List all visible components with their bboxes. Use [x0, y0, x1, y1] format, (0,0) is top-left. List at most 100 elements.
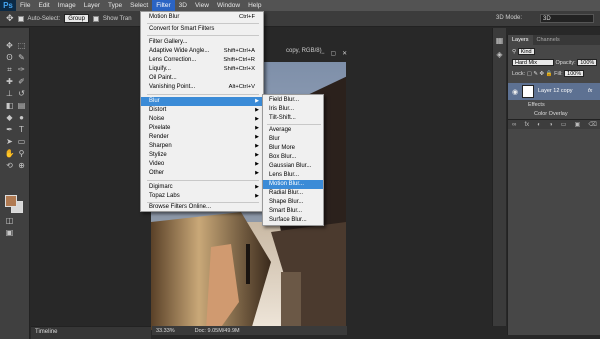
rotate-view-tool-icon[interactable]: ⊕ — [16, 161, 27, 171]
menu-3d[interactable]: 3D — [175, 0, 191, 11]
blur-item-lens-blur[interactable]: Lens Blur... — [263, 171, 323, 180]
path-select-tool-icon[interactable]: ➤ — [4, 137, 15, 147]
fx-icon[interactable]: fx — [524, 122, 529, 128]
type-tool-icon[interactable]: T — [16, 125, 27, 135]
blur-item-iris-blur[interactable]: Iris Blur... — [263, 105, 323, 114]
document-info[interactable]: Doc: 9.05M/49.9M — [195, 328, 240, 334]
marquee-tool-icon[interactable]: ⬚ — [16, 41, 27, 51]
lock-icons[interactable]: ▢ ✎ ✥ 🔒 — [527, 71, 553, 77]
blur-item-box-blur[interactable]: Box Blur... — [263, 153, 323, 162]
gradient-tool-icon[interactable]: ▤ — [16, 101, 27, 111]
blur-item-radial-blur[interactable]: Radial Blur... — [263, 189, 323, 198]
blend-mode-dropdown[interactable]: Hard Mix — [512, 59, 554, 66]
mask-icon[interactable]: ◐ — [537, 122, 541, 128]
timeline-tab[interactable]: Timeline — [35, 329, 57, 335]
menu-view[interactable]: View — [191, 0, 213, 11]
blur-tool-icon[interactable]: ◆ — [4, 113, 15, 123]
history-panel-icon[interactable]: ▦ — [494, 36, 505, 46]
layer-row[interactable]: ◉ Layer 12 copy fx — [508, 83, 600, 100]
properties-panel-icon[interactable]: ◈ — [494, 50, 505, 60]
menu-window[interactable]: Window — [213, 0, 244, 11]
opacity-field[interactable]: 100% — [577, 59, 598, 66]
filter-menu-item-noise[interactable]: Noise ▶ — [141, 115, 263, 124]
eraser-tool-icon[interactable]: ◧ — [4, 101, 15, 111]
menu-layer[interactable]: Layer — [80, 0, 104, 11]
fill-field[interactable]: 100% — [564, 70, 585, 77]
blur-item-smart-blur[interactable]: Smart Blur... — [263, 207, 323, 216]
filter-menu-item-pixelate[interactable]: Pixelate ▶ — [141, 124, 263, 133]
blur-item-blur-more[interactable]: Blur More — [263, 144, 323, 153]
screen-mode-icon[interactable]: ▣ — [4, 228, 15, 238]
stamp-tool-icon[interactable]: ⊥ — [4, 89, 15, 99]
adjustment-icon[interactable]: ◑ — [549, 122, 553, 128]
blur-item-gaussian-blur[interactable]: Gaussian Blur... — [263, 162, 323, 171]
color-overlay-effect[interactable]: Color Overlay — [534, 111, 568, 117]
filter-menu-item-stylize[interactable]: Stylize ▶ — [141, 151, 263, 160]
pen-tool-icon[interactable]: ✒ — [4, 125, 15, 135]
filter-menu-item-oil-paint[interactable]: Oil Paint... — [141, 74, 263, 83]
filter-menu-item-convert-smart[interactable]: Convert for Smart Filters — [141, 25, 263, 34]
trash-icon[interactable]: ⌫ — [588, 121, 596, 128]
blur-item-tilt-shift[interactable]: Tilt-Shift... — [263, 114, 323, 123]
menu-select[interactable]: Select — [126, 0, 152, 11]
blur-item-blur[interactable]: Blur — [263, 135, 323, 144]
kind-filter-dropdown[interactable]: Kind — [517, 48, 535, 55]
move-tool-icon[interactable]: ✥ — [4, 41, 15, 51]
menu-type[interactable]: Type — [104, 0, 126, 11]
document-tab[interactable]: copy, RGB/8) — [286, 48, 322, 54]
filter-menu-item-adaptive-wide-angle[interactable]: Adaptive Wide Angle... Shift+Ctrl+A — [141, 47, 263, 56]
history-brush-tool-icon[interactable]: ↺ — [16, 89, 27, 99]
layer-name[interactable]: Layer 12 copy — [538, 88, 573, 94]
quick-select-tool-icon[interactable]: ✎ — [16, 53, 27, 63]
menu-file[interactable]: File — [16, 0, 34, 11]
filter-menu-item-lens-correction[interactable]: Lens Correction... Shift+Ctrl+R — [141, 56, 263, 65]
blur-item-average[interactable]: Average — [263, 126, 323, 135]
zoom-tool-icon[interactable]: ⚲ — [16, 149, 27, 159]
blur-item-shape-blur[interactable]: Shape Blur... — [263, 198, 323, 207]
effects-label[interactable]: Effects — [528, 102, 545, 108]
menu-edit[interactable]: Edit — [34, 0, 53, 11]
filter-menu-item-filter-gallery[interactable]: Filter Gallery... — [141, 38, 263, 47]
folder-icon[interactable]: ▭ — [561, 121, 567, 128]
blur-item-field-blur[interactable]: Field Blur... — [263, 96, 323, 105]
dodge-tool-icon[interactable]: ● — [16, 113, 27, 123]
quick-mask-icon[interactable]: ◫ — [4, 216, 15, 226]
filter-menu-item-digimarc[interactable]: Digimarc ▶ — [141, 183, 263, 192]
filter-menu-item-sharpen[interactable]: Sharpen ▶ — [141, 142, 263, 151]
healing-tool-icon[interactable]: ✚ — [4, 77, 15, 87]
shape-tool-icon[interactable]: ▭ — [16, 137, 27, 147]
filter-menu-item-vanishing-point[interactable]: Vanishing Point... Alt+Ctrl+V — [141, 83, 263, 92]
auto-select-dropdown[interactable]: Group — [64, 14, 89, 23]
visibility-eye-icon[interactable]: ◉ — [512, 88, 518, 96]
filter-menu-item-other[interactable]: Other ▶ — [141, 169, 263, 178]
tab-channels[interactable]: Channels — [533, 35, 564, 45]
menu-help[interactable]: Help — [244, 0, 265, 11]
eyedropper-tool-icon[interactable]: ✑ — [16, 65, 27, 75]
tab-layers[interactable]: Layers — [508, 35, 533, 45]
3d-tool-icon[interactable]: ⟲ — [4, 161, 15, 171]
crop-tool-icon[interactable]: ⌗ — [4, 65, 15, 75]
zoom-level[interactable]: 33.33% — [156, 328, 175, 334]
show-transform-checkbox[interactable] — [92, 15, 99, 22]
blur-item-motion-blur[interactable]: Motion Blur... — [263, 180, 323, 189]
foreground-color-swatch[interactable] — [5, 195, 17, 207]
link-icon[interactable]: ∞ — [512, 122, 516, 128]
filter-menu-item-distort[interactable]: Distort ▶ — [141, 106, 263, 115]
auto-select-checkbox[interactable] — [17, 15, 24, 22]
filter-menu-item-browse-online[interactable]: Browse Filters Online... — [141, 203, 263, 212]
filter-menu-item-liquify[interactable]: Liquify... Shift+Ctrl+X — [141, 65, 263, 74]
filter-menu-item-render[interactable]: Render ▶ — [141, 133, 263, 142]
new-layer-icon[interactable]: ▣ — [575, 121, 581, 128]
layer-fx-icon[interactable]: fx — [588, 88, 592, 94]
blur-item-surface-blur[interactable]: Surface Blur... — [263, 216, 323, 225]
hand-tool-icon[interactable]: ✋ — [4, 149, 15, 159]
brush-tool-icon[interactable]: ✐ — [16, 77, 27, 87]
menu-image[interactable]: Image — [54, 0, 80, 11]
document-window-controls[interactable]: −▢✕ — [321, 50, 353, 57]
filter-menu-item-last-filter[interactable]: Motion Blur Ctrl+F — [141, 13, 263, 22]
filter-menu-item-blur[interactable]: Blur ▶ — [141, 97, 263, 106]
filter-menu-item-video[interactable]: Video ▶ — [141, 160, 263, 169]
menu-filter[interactable]: Filter — [152, 0, 175, 11]
workspace-dropdown[interactable]: 3D — [540, 14, 594, 23]
filter-menu-item-topaz-labs[interactable]: Topaz Labs ▶ — [141, 192, 263, 201]
